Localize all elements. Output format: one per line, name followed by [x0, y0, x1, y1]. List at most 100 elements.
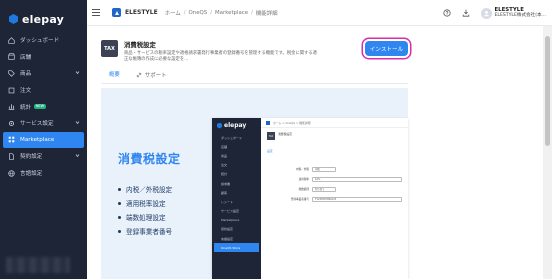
sidebar-item-dashboard[interactable]: ダッシュボード	[0, 32, 87, 49]
logo-mark-icon	[9, 14, 18, 24]
hero-feature: 登録事業者番号	[118, 224, 172, 238]
preview-nav-item: Marketplace	[221, 218, 240, 223]
preview-nav-item: サービス設定	[221, 209, 240, 214]
globe-icon	[8, 169, 15, 177]
breadcrumb-separator: /	[210, 9, 213, 16]
sidebar-item-service-settings[interactable]: サービス設定	[0, 115, 87, 132]
tab-label: 概要	[109, 72, 120, 78]
breadcrumb-marketplace[interactable]: Marketplace	[215, 10, 248, 16]
preview-header: ホーム > OneQS > 機能詳細	[261, 118, 408, 128]
preview-nav-item: 請求書	[221, 181, 231, 186]
sidebar-item-label: 契約設定	[20, 154, 43, 161]
breadcrumb-home[interactable]: ホーム	[165, 9, 181, 17]
tag-icon	[8, 70, 15, 77]
cart-icon	[8, 87, 15, 94]
brand-name: ELESTYLE	[125, 9, 158, 16]
preview-nav-item: 顧客	[221, 190, 228, 195]
preview-nav-item: 店舗	[221, 144, 228, 149]
preview-nav-item: 統計	[221, 172, 228, 177]
menu-toggle-icon[interactable]	[92, 9, 100, 16]
tab-label: サポート	[144, 72, 167, 79]
user-info[interactable]: ELESTYLE ELESTYLE株式会社(本...	[495, 7, 547, 19]
blurred-account-area	[6, 257, 70, 273]
preview-app-head: TAX 消費税設定	[267, 132, 292, 140]
download-icon[interactable]	[462, 9, 471, 18]
hero-feature: 内税／外税設定	[118, 182, 172, 196]
help-icon[interactable]	[443, 9, 452, 18]
gear-icon	[8, 120, 15, 127]
brand-logo-icon	[112, 8, 121, 17]
chevron-down-icon	[75, 121, 80, 125]
top-header: ELESTYLE ホーム / OneQS / Marketplace / 機能詳…	[87, 0, 552, 26]
sidebar-item-store[interactable]: 店舗	[0, 49, 87, 66]
preview-nav-item: 商品	[221, 153, 228, 158]
main-content: TAX 消費税設定 商品・サービスの税率設定や適格請求書発行事業者の登録番号を管…	[87, 26, 543, 279]
chevron-down-icon	[75, 154, 80, 158]
preview-nav-item: レシート	[221, 199, 234, 204]
sidebar-item-label: 店舗	[20, 54, 32, 61]
tax-app-icon: TAX	[101, 40, 118, 57]
preview-nav-item-active: OneQS Store	[214, 243, 259, 253]
home-icon	[8, 37, 15, 44]
hero-title: 消費税設定	[118, 152, 181, 166]
chevron-down-icon	[75, 71, 80, 75]
logo-text: elepay	[22, 12, 65, 26]
app-description: 商品・サービスの税率設定や適格請求書発行事業者の登録番号を管理する機能です。税金…	[124, 51, 317, 63]
preview-nav-item: ダッシュボード	[221, 135, 243, 140]
tab-divider	[101, 83, 408, 84]
preview-field-value: 切り捨て	[312, 186, 336, 192]
preview-nav-item: 注文	[221, 163, 228, 168]
preview-field-label: 登録事業者番号	[290, 198, 309, 201]
sidebar-item-orders[interactable]: 注文	[0, 82, 87, 99]
preview-nav: ダッシュボード 店舗 商品 注文 統計 請求書 顧客 レシート サービス設定 M…	[212, 133, 261, 253]
hero-feature: 適用税率設定	[118, 196, 172, 210]
breadcrumb: ホーム / OneQS / Marketplace / 機能詳細	[165, 9, 278, 17]
new-badge: NEW	[34, 104, 46, 110]
preview-field-value: 10%	[312, 176, 402, 182]
tab-support[interactable]: サポート	[128, 70, 175, 84]
breadcrumb-separator: /	[251, 9, 253, 16]
tab-bar: 概要 サポート	[101, 70, 174, 84]
scrollbar-thumb[interactable]	[545, 36, 550, 146]
sidebar-item-label: Marketplace	[20, 136, 55, 143]
install-button[interactable]: インストール	[365, 41, 408, 56]
avatar[interactable]	[480, 7, 492, 19]
app-root: elepay ダッシュボード 店舗 商品 注文 統計 NEW サービス設定 Ma…	[0, 0, 552, 279]
preview-logo: elepay	[212, 118, 261, 129]
preview-form: 内税／外税 内税 適用税率 10% 端数処理 切り捨て 登録事業者番号 T1234567…	[282, 164, 402, 204]
sidebar: elepay ダッシュボード 店舗 商品 注文 統計 NEW サービス設定 Ma…	[0, 0, 87, 279]
link-icon	[136, 72, 142, 77]
sidebar-item-products[interactable]: 商品	[0, 65, 87, 82]
preview-nav-item: 言語設定	[221, 236, 234, 241]
sidebar-item-language-settings[interactable]: 言語設定	[0, 165, 87, 182]
preview-field-value: 内税	[312, 166, 336, 172]
sidebar-item-stats[interactable]: 統計 NEW	[0, 98, 87, 115]
store-icon	[8, 53, 15, 61]
preview-screenshot: elepay ダッシュボード 店舗 商品 注文 統計 請求書 顧客 レシート サ…	[212, 118, 408, 279]
hero-feature-list: 内税／外税設定 適用税率設定 端数処理設定 登録事業者番号	[118, 182, 172, 238]
logo[interactable]: elepay	[0, 0, 87, 30]
app-title: 消費税設定	[124, 41, 156, 49]
sidebar-item-label: 統計	[20, 104, 32, 111]
preview-field-value: T1234567890123	[312, 196, 402, 202]
grid-icon	[8, 136, 15, 143]
hero-feature: 端数処理設定	[118, 210, 172, 224]
sidebar-item-label: ダッシュボード	[20, 38, 60, 45]
breadcrumb-oneqs[interactable]: OneQS	[189, 10, 208, 16]
sidebar-item-label: サービス設定	[20, 121, 54, 128]
preview-nav-item: 契約設定	[221, 227, 234, 232]
preview-tab: 設定	[267, 149, 273, 153]
brand[interactable]: ELESTYLE	[112, 8, 158, 17]
tab-overview[interactable]: 概要	[101, 70, 128, 84]
preview-field-label: 内税／外税	[296, 168, 309, 171]
user-company: ELESTYLE株式会社(本...	[494, 13, 547, 18]
app-header: TAX 消費税設定 商品・サービスの税率設定や適格請求書発行事業者の登録番号を管…	[101, 40, 356, 63]
sidebar-item-contract-settings[interactable]: 契約設定	[0, 148, 87, 165]
sidebar-nav: ダッシュボード 店舗 商品 注文 統計 NEW サービス設定 Marketpla…	[0, 32, 87, 181]
sidebar-item-label: 注文	[20, 88, 32, 95]
preview-field-label: 端数処理	[298, 188, 309, 191]
sidebar-item-marketplace[interactable]: Marketplace	[3, 131, 84, 149]
breadcrumb-separator: /	[183, 9, 186, 16]
preview-app-title: 消費税設定	[278, 132, 292, 136]
main-scrollbar[interactable]	[543, 26, 552, 279]
